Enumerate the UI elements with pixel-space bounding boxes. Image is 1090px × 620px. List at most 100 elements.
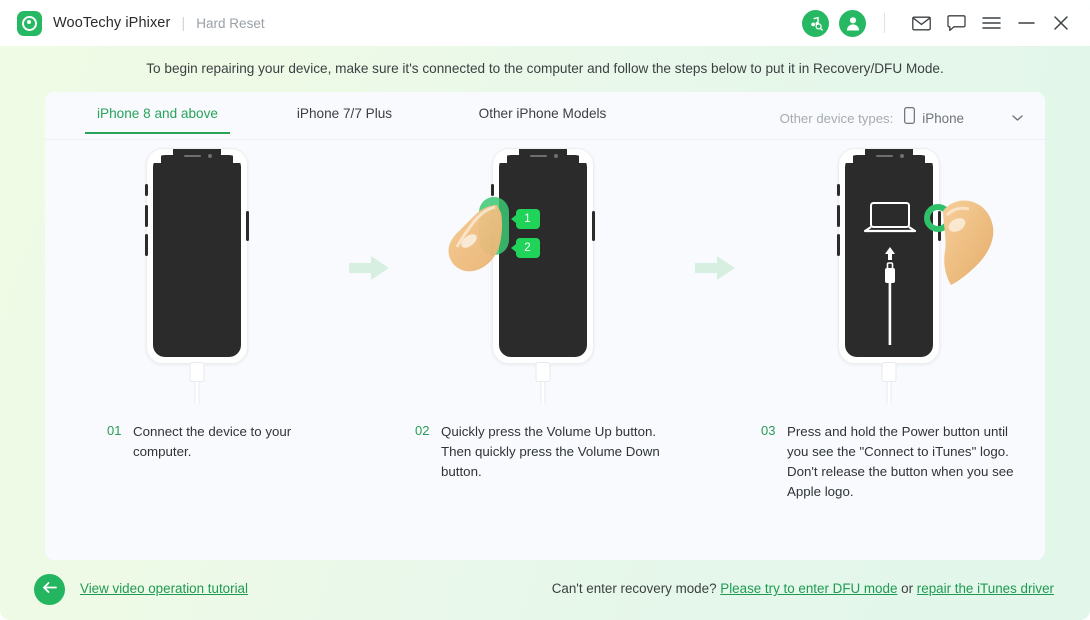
mute-switch	[490, 184, 494, 196]
notch-ear-right	[232, 155, 241, 163]
badge-2: 2	[510, 238, 540, 258]
video-tutorial-link[interactable]: View video operation tutorial	[80, 581, 248, 596]
step-1: 01 Connect the device to your computer.	[51, 140, 342, 560]
step-2: 1 2 02 Quickly press the Volume Up butto…	[397, 140, 688, 560]
arrow-right-icon	[349, 256, 389, 280]
chevron-down-icon[interactable]	[1012, 109, 1023, 127]
device-tabs: iPhone 8 and above iPhone 7/7 Plus Other…	[45, 92, 1045, 140]
minimize-icon[interactable]	[1013, 10, 1039, 36]
camera-dot	[207, 153, 212, 158]
tab-other-iphone-models[interactable]: Other iPhone Models	[455, 92, 630, 121]
back-button[interactable]	[34, 574, 65, 605]
arrow-right-icon	[695, 256, 735, 280]
notch-ear-left	[498, 155, 507, 163]
phone-outline-icon	[904, 107, 916, 129]
speaker-bar	[875, 154, 893, 157]
mute-switch	[836, 184, 840, 196]
recovery-help-text: Can't enter recovery mode? Please try to…	[552, 581, 1054, 596]
volume-up-button	[836, 205, 840, 227]
hamburger-menu-icon[interactable]	[978, 10, 1004, 36]
title-bar: WooTechy iPhixer | Hard Reset	[0, 0, 1090, 46]
steps-row: 01 Connect the device to your computer.	[45, 140, 1045, 560]
hand-pressing-icon	[929, 193, 999, 293]
steps-card: iPhone 8 and above iPhone 7/7 Plus Other…	[45, 92, 1045, 560]
step-1-illustration	[51, 140, 342, 410]
title-bar-actions	[792, 9, 1074, 37]
arrow-2-3	[688, 140, 743, 560]
step-3-number: 03	[761, 423, 776, 438]
mute-switch	[144, 184, 148, 196]
step-3-caption: 03 Press and hold the Power button until…	[743, 422, 1034, 502]
device-type-value: iPhone	[922, 110, 964, 126]
feedback-chat-icon[interactable]	[943, 10, 969, 36]
lightning-cable	[535, 362, 550, 404]
iphone-notch	[864, 149, 913, 162]
volume-up-button	[144, 205, 148, 227]
arrow-1-2	[342, 140, 397, 560]
connect-to-itunes-graphic	[863, 202, 916, 345]
page-subtitle: Hard Reset	[196, 15, 265, 31]
lightning-cable	[189, 362, 204, 404]
tab-iphone-7-7-plus[interactable]: iPhone 7/7 Plus	[272, 92, 417, 121]
arrow-left-icon	[41, 580, 58, 600]
cable-connector	[189, 362, 204, 382]
notch-ear-left	[844, 155, 853, 163]
iphone-notch	[518, 149, 567, 162]
step-2-number: 02	[415, 423, 430, 438]
iphone-screen	[498, 155, 587, 357]
itunes-driver-link[interactable]: repair the iTunes driver	[917, 581, 1054, 596]
app-title: WooTechy iPhixer	[53, 15, 171, 31]
speaker-bar	[529, 154, 547, 157]
device-type-selector[interactable]: Other device types: iPhone	[780, 92, 1023, 129]
cable-connector	[881, 362, 896, 382]
title-separator: |	[181, 14, 186, 32]
recovery-help-mid: or	[901, 581, 914, 596]
power-button	[245, 211, 249, 241]
iphone-screen	[844, 155, 933, 357]
lightning-cable	[881, 362, 896, 404]
notch-ear-right	[924, 155, 933, 163]
step-3-illustration	[743, 140, 1034, 410]
step-1-caption: 01 Connect the device to your computer.	[51, 422, 342, 462]
close-icon[interactable]	[1048, 10, 1074, 36]
device-type-label: Other device types:	[779, 110, 894, 126]
notch-ear-right	[578, 155, 587, 163]
hand-pressing-icon	[445, 197, 505, 292]
volume-down-button	[144, 234, 148, 256]
step-3: 03 Press and hold the Power button until…	[743, 140, 1034, 560]
recovery-help-prefix: Can't enter recovery mode?	[551, 581, 717, 596]
notch-ear-left	[152, 155, 161, 163]
iphone-screen	[152, 155, 241, 357]
iphone-graphic	[144, 148, 249, 364]
step-3-text: Press and hold the Power button until yo…	[787, 424, 1014, 499]
badge-1: 1	[510, 209, 540, 229]
tab-iphone-8-and-above[interactable]: iPhone 8 and above	[85, 92, 230, 134]
step-1-number: 01	[107, 423, 122, 438]
account-avatar-icon[interactable]	[839, 9, 866, 37]
cable-wire	[194, 382, 199, 404]
cable-wire	[540, 382, 545, 404]
step-2-text: Quickly press the Volume Up button. Then…	[441, 424, 660, 479]
step-1-text: Connect the device to your computer.	[133, 424, 292, 459]
titlebar-divider	[884, 13, 885, 33]
step-2-caption: 02 Quickly press the Volume Up button. T…	[397, 422, 688, 482]
dfu-mode-link[interactable]: Please try to enter DFU mode	[720, 581, 897, 596]
iphone-graphic	[836, 148, 993, 364]
cable-connector	[535, 362, 550, 382]
instruction-banner: To begin repairing your device, make sur…	[146, 61, 944, 76]
step-2-illustration: 1 2	[397, 140, 688, 410]
iphone-graphic: 1 2	[447, 148, 595, 364]
cable-wire	[886, 382, 891, 404]
camera-dot	[553, 153, 558, 158]
logo-p-glyph	[22, 15, 37, 31]
mail-icon[interactable]	[908, 10, 934, 36]
power-button	[591, 211, 595, 241]
iphone-notch	[172, 149, 221, 162]
itunes-search-icon[interactable]	[802, 9, 829, 37]
app-window: WooTechy iPhixer | Hard Reset To begin r…	[0, 0, 1090, 620]
volume-down-button	[836, 234, 840, 256]
app-logo-icon	[17, 10, 42, 36]
footer-bar: View video operation tutorial Can't ente…	[0, 560, 1090, 620]
camera-dot	[899, 153, 904, 158]
speaker-bar	[183, 154, 201, 157]
